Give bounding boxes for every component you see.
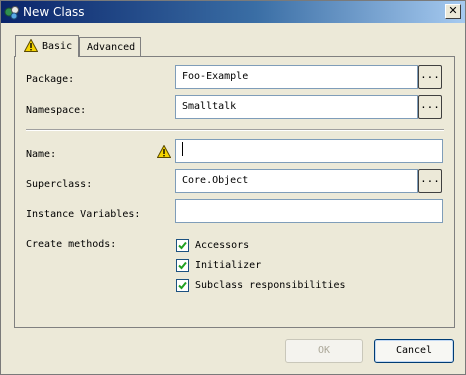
text-caret bbox=[182, 142, 183, 156]
ok-button[interactable]: OK bbox=[285, 339, 363, 363]
warning-icon bbox=[23, 38, 39, 59]
name-field[interactable] bbox=[175, 139, 443, 163]
warning-icon bbox=[156, 144, 172, 161]
namespace-browse-button[interactable]: ... bbox=[418, 95, 442, 119]
package-label: Package: bbox=[26, 74, 75, 85]
superclass-field[interactable]: Core.Object bbox=[175, 169, 418, 193]
check-icon bbox=[178, 281, 187, 290]
section-divider bbox=[26, 129, 444, 131]
initializer-label[interactable]: Initializer bbox=[195, 260, 261, 272]
instance-variables-field[interactable] bbox=[175, 199, 443, 223]
tab-basic[interactable]: Basic bbox=[15, 35, 79, 57]
accessors-checkbox[interactable] bbox=[176, 239, 189, 252]
superclass-label: Superclass: bbox=[26, 179, 93, 190]
tab-advanced[interactable]: Advanced bbox=[79, 37, 141, 57]
tab-basic-label: Basic bbox=[42, 41, 73, 52]
check-icon bbox=[178, 261, 187, 270]
close-icon: ✕ bbox=[448, 4, 458, 17]
window-title: New Class bbox=[23, 5, 85, 19]
close-button[interactable]: ✕ bbox=[445, 4, 461, 19]
package-browse-button[interactable]: ... bbox=[418, 65, 442, 89]
superclass-browse-button[interactable]: ... bbox=[418, 169, 442, 193]
namespace-field[interactable]: Smalltalk bbox=[175, 95, 418, 119]
package-field[interactable]: Foo-Example bbox=[175, 65, 418, 89]
cancel-button[interactable]: Cancel bbox=[374, 339, 454, 363]
tab-advanced-label: Advanced bbox=[87, 42, 136, 53]
check-icon bbox=[178, 241, 187, 250]
create-methods-label: Create methods: bbox=[26, 239, 117, 250]
class-wizard-icon bbox=[4, 4, 20, 20]
namespace-label: Namespace: bbox=[26, 105, 87, 116]
instance-variables-label: Instance Variables: bbox=[26, 209, 141, 220]
basic-tab-panel: Package: Foo-Example ... Namespace: Smal… bbox=[14, 56, 455, 328]
title-bar[interactable]: New Class ✕ bbox=[1, 1, 465, 23]
name-label: Name: bbox=[26, 149, 57, 160]
subclass-responsibilities-label[interactable]: Subclass responsibilities bbox=[195, 280, 346, 292]
new-class-dialog: New Class ✕ Basic Advanced Package: Foo-… bbox=[0, 0, 466, 375]
accessors-label[interactable]: Accessors bbox=[195, 240, 249, 252]
subclass-responsibilities-checkbox[interactable] bbox=[176, 279, 189, 292]
initializer-checkbox[interactable] bbox=[176, 259, 189, 272]
